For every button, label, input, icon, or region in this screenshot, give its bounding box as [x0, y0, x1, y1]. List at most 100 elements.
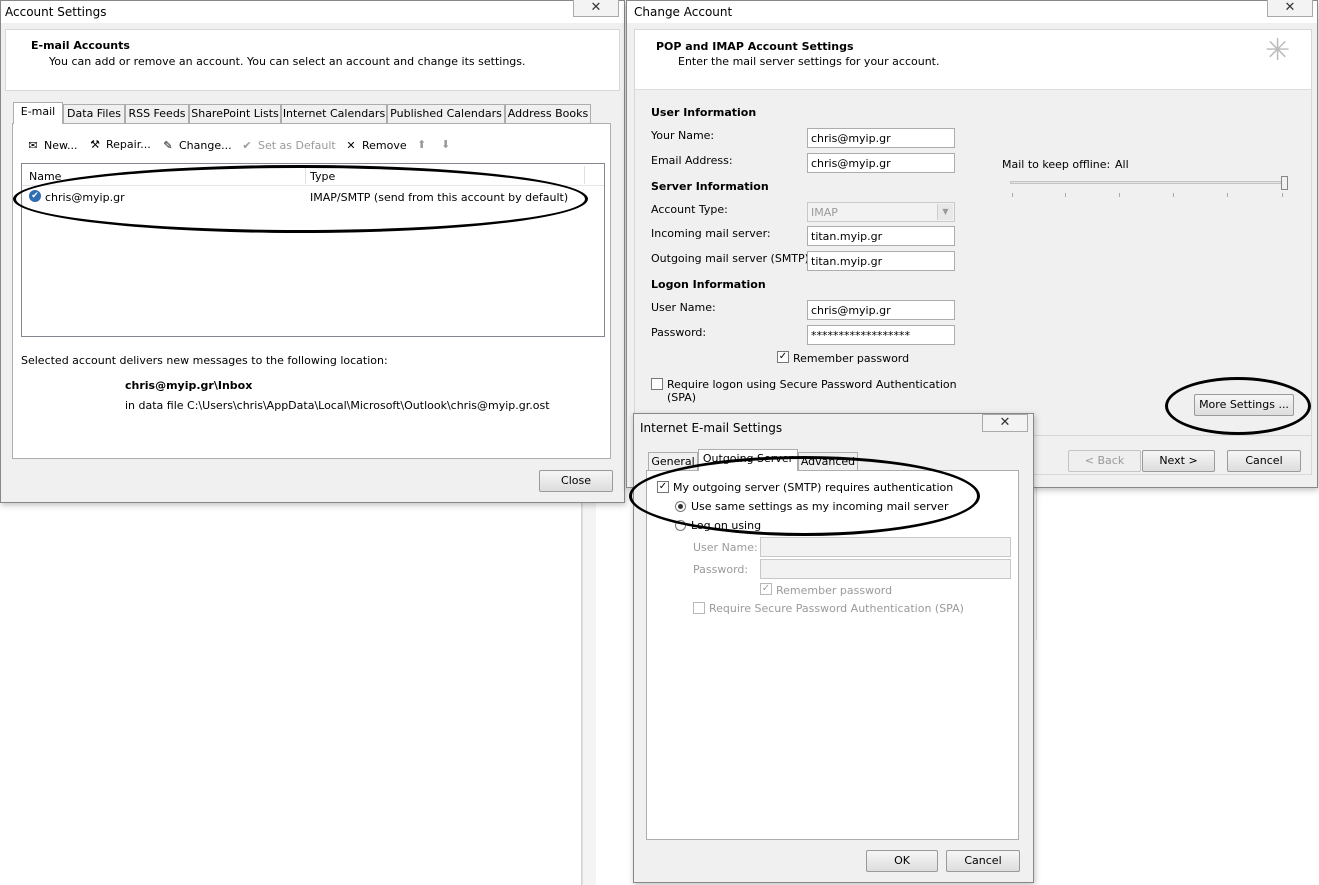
tools-icon: ⚒: [90, 138, 100, 151]
slider-tick: [1173, 193, 1174, 197]
offline-slider-thumb[interactable]: [1281, 176, 1288, 190]
column-divider: [584, 166, 585, 184]
pop-imap-subheading: Enter the mail server settings for your …: [678, 55, 940, 68]
account-type-label: Account Type:: [651, 203, 728, 216]
slider-tick: [1282, 193, 1283, 197]
log-on-using-label: Log on using: [691, 519, 762, 532]
background-scrollbar: [582, 500, 596, 885]
change-account-title: Change Account: [634, 5, 733, 19]
outgoing-server-label: Outgoing mail server (SMTP):: [651, 252, 813, 265]
change-button[interactable]: ✎ Change...: [160, 139, 231, 152]
remove-label: Remove: [362, 139, 407, 152]
column-divider: [305, 166, 306, 184]
next-button[interactable]: Next >: [1142, 450, 1215, 472]
tab-rss-feeds[interactable]: RSS Feeds: [125, 104, 189, 124]
smtp-username-input: [760, 537, 1011, 557]
account-type-value: IMAP: [811, 206, 838, 219]
table-row[interactable]: ✔ chris@myip.gr IMAP/SMTP (send from thi…: [22, 189, 604, 206]
delivery-folder: chris@myip.gr\Inbox: [125, 379, 253, 392]
check-circle-icon: ✔: [242, 139, 252, 152]
account-name-cell: chris@myip.gr: [45, 191, 125, 204]
smtp-password-input: [760, 559, 1011, 579]
tab-data-files[interactable]: Data Files: [63, 104, 125, 124]
ok-button[interactable]: OK: [866, 850, 938, 872]
smtp-require-spa-label: Require Secure Password Authentication (…: [709, 602, 964, 615]
internet-email-close-icon[interactable]: ✕: [982, 414, 1028, 432]
internet-email-title: Internet E-mail Settings: [640, 421, 783, 435]
account-type-cell: IMAP/SMTP (send from this account by def…: [310, 191, 569, 204]
chevron-down-icon: ▼: [937, 204, 953, 220]
move-up-icon[interactable]: ⬆: [417, 138, 426, 151]
tab-general[interactable]: General: [648, 452, 698, 472]
incoming-server-input[interactable]: titan.myip.gr: [807, 226, 955, 246]
email-address-input[interactable]: chris@myip.gr: [807, 153, 955, 173]
logon-information-heading: Logon Information: [651, 278, 766, 291]
password-input[interactable]: ******************: [807, 325, 955, 345]
offline-slider-track[interactable]: [1010, 181, 1288, 184]
new-mail-icon: ✉: [28, 139, 38, 152]
tab-email[interactable]: E-mail: [13, 102, 63, 124]
slider-tick: [1012, 193, 1013, 197]
email-tab-panel: ✉ New... ⚒ Repair... ✎ Change... ✔ Set as De…: [12, 123, 611, 459]
new-account-label: New...: [44, 139, 78, 152]
slider-tick: [1119, 193, 1120, 197]
require-spa-checkbox[interactable]: [651, 378, 663, 390]
account-settings-close-icon[interactable]: ✕: [573, 0, 619, 17]
tab-published-calendars[interactable]: Published Calendars: [387, 104, 505, 124]
background-divider-right: [1036, 480, 1037, 640]
remember-password-checkbox[interactable]: ✓: [777, 351, 789, 363]
cursor-click-icon: ✳: [1265, 33, 1291, 68]
tab-sharepoint-lists[interactable]: SharePoint Lists: [189, 104, 281, 124]
tab-outgoing-server[interactable]: Outgoing Server: [698, 449, 798, 471]
user-information-heading: User Information: [651, 106, 757, 119]
set-as-default-button[interactable]: ✔ Set as Default: [239, 139, 336, 152]
repair-label: Repair...: [106, 138, 151, 151]
outgoing-server-panel: ✓ My outgoing server (SMTP) requires aut…: [646, 470, 1019, 840]
outgoing-server-input[interactable]: titan.myip.gr: [807, 251, 955, 271]
use-same-settings-radio[interactable]: [675, 501, 686, 512]
tab-internet-calendars[interactable]: Internet Calendars: [281, 104, 387, 124]
your-name-input[interactable]: chris@myip.gr: [807, 128, 955, 148]
log-on-using-radio[interactable]: [675, 520, 686, 531]
account-type-select: IMAP ▼: [807, 202, 955, 222]
remove-button[interactable]: ✕ Remove: [343, 139, 407, 152]
column-header-name[interactable]: Name: [29, 170, 61, 183]
tab-address-books[interactable]: Address Books: [505, 104, 591, 124]
email-address-label: Email Address:: [651, 154, 733, 167]
new-account-button[interactable]: ✉ New...: [25, 139, 77, 152]
smtp-password-label: Password:: [693, 563, 749, 576]
smtp-auth-checkbox[interactable]: ✓: [657, 481, 669, 493]
remember-password-label: Remember password: [793, 352, 910, 365]
set-as-default-label: Set as Default: [258, 139, 336, 152]
server-information-heading: Server Information: [651, 180, 769, 193]
close-button[interactable]: Close: [539, 470, 613, 492]
require-spa-label: Require logon using Secure Password Auth…: [667, 378, 957, 391]
smtp-remember-password-checkbox: ✓: [760, 583, 772, 595]
account-settings-window: Account Settings ✕ E-mail Accounts You c…: [0, 0, 625, 503]
smtp-remember-password-label: Remember password: [776, 584, 893, 597]
smtp-username-label: User Name:: [693, 541, 758, 554]
slider-tick: [1227, 193, 1228, 197]
default-account-check-icon: ✔: [29, 190, 41, 202]
mail-offline-value: All: [1115, 158, 1129, 171]
pop-imap-heading: POP and IMAP Account Settings: [656, 40, 854, 53]
cancel-button[interactable]: Cancel: [1227, 450, 1301, 472]
remove-x-icon: ✕: [346, 139, 356, 152]
move-down-icon[interactable]: ⬇: [441, 138, 450, 151]
column-header-type[interactable]: Type: [310, 170, 335, 183]
change-account-close-icon[interactable]: ✕: [1267, 0, 1313, 17]
accounts-list-header: Name Type: [22, 164, 604, 186]
back-button[interactable]: < Back: [1068, 450, 1141, 472]
tab-advanced[interactable]: Advanced: [798, 452, 858, 472]
delivery-location-label: Selected account delivers new messages t…: [21, 354, 388, 367]
internet-email-cancel-button[interactable]: Cancel: [946, 850, 1020, 872]
account-settings-title: Account Settings: [5, 5, 107, 19]
more-settings-button[interactable]: More Settings ...: [1194, 394, 1294, 416]
require-spa-label-line2: (SPA): [667, 391, 697, 404]
user-name-input[interactable]: chris@myip.gr: [807, 300, 955, 320]
mail-offline-label: Mail to keep offline:: [1002, 158, 1111, 171]
repair-button[interactable]: ⚒ Repair...: [87, 138, 151, 151]
smtp-auth-label: My outgoing server (SMTP) requires authe…: [673, 481, 954, 494]
user-name-label: User Name:: [651, 301, 716, 314]
delivery-data-file: in data file C:\Users\chris\AppData\Loca…: [125, 399, 550, 412]
